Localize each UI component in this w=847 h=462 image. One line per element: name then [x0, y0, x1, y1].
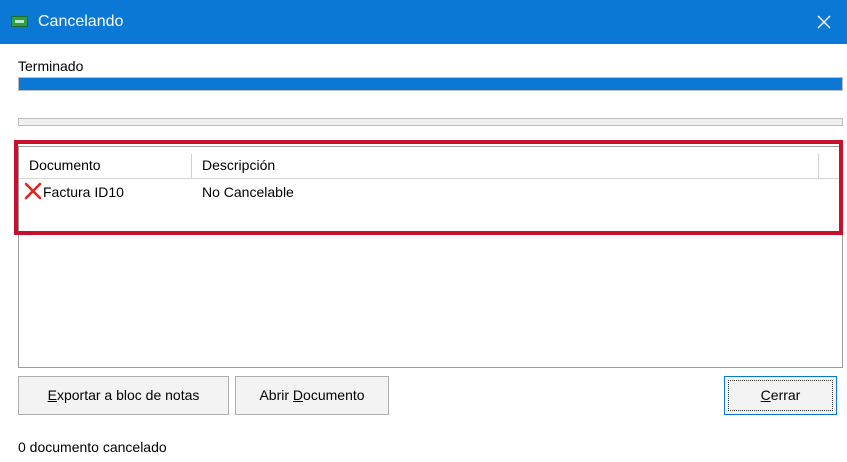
close-button[interactable]: Cerrar	[724, 376, 837, 415]
window-title: Cancelando	[38, 13, 124, 30]
title-bar: Cancelando	[0, 0, 847, 44]
cell-descripcion: No Cancelable	[202, 184, 294, 200]
column-separator[interactable]	[818, 154, 819, 178]
list-header: Documento Descripción	[19, 150, 842, 179]
table-row[interactable]: Factura ID10 No Cancelable	[19, 179, 842, 205]
open-document-label: Abrir Documento	[259, 387, 365, 403]
column-header-documento[interactable]: Documento	[19, 150, 191, 178]
window-app-icon	[11, 16, 28, 27]
close-button-label: Cerrar	[760, 387, 801, 403]
secondary-progress-bar	[18, 118, 843, 126]
export-notepad-button[interactable]: Exportar a bloc de notas	[18, 376, 229, 415]
footer-status: 0 documento cancelado	[18, 439, 167, 455]
error-x-icon	[24, 182, 42, 203]
column-header-descripcion[interactable]: Descripción	[192, 150, 818, 178]
export-notepad-label: Exportar a bloc de notas	[47, 387, 200, 403]
progress-status-label: Terminado	[18, 58, 84, 74]
cell-documento: Factura ID10	[43, 184, 124, 200]
primary-progress-fill	[19, 78, 842, 90]
close-icon	[817, 15, 831, 29]
close-window-button[interactable]	[801, 0, 847, 44]
results-list[interactable]: Documento Descripción Factura ID10 No Ca…	[18, 146, 843, 368]
primary-progress-bar	[18, 77, 843, 91]
open-document-button[interactable]: Abrir Documento	[235, 376, 389, 415]
